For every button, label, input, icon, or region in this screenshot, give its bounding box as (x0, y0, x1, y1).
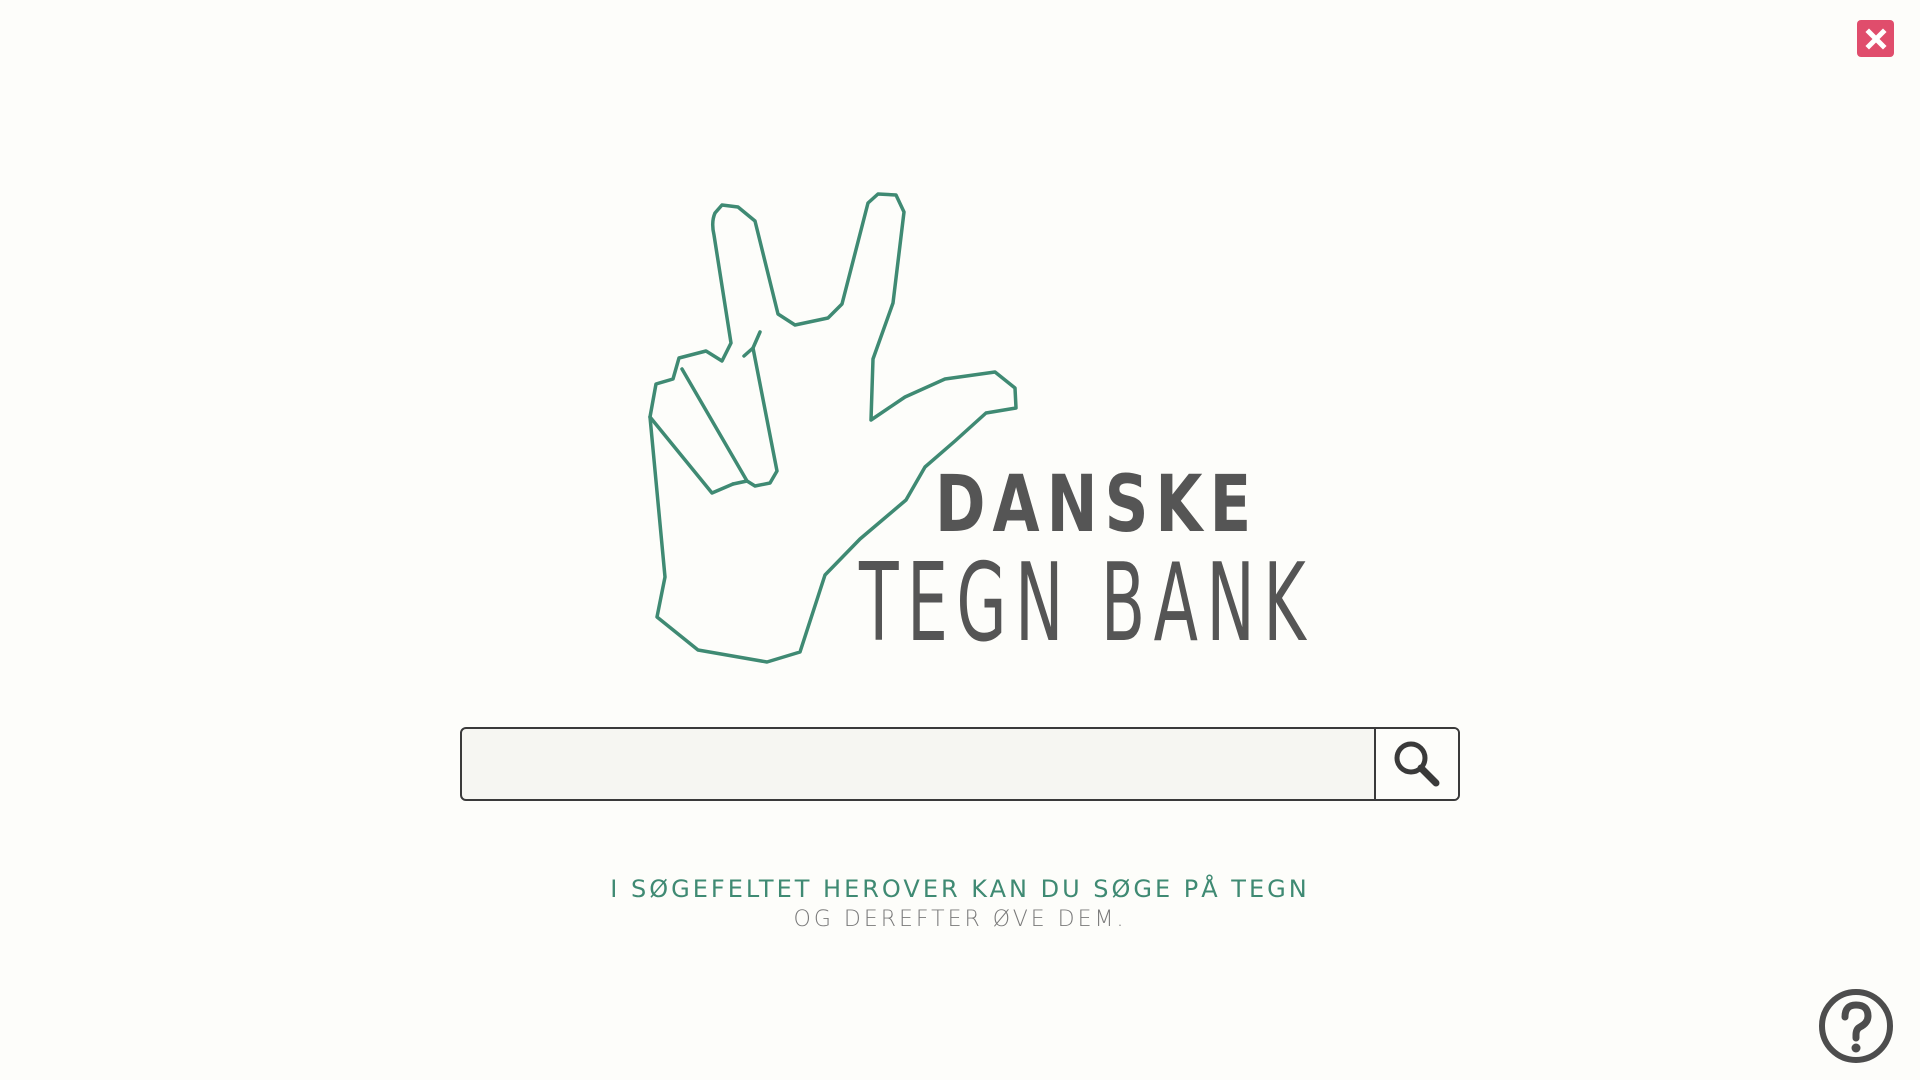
help-text: I SØGEFELTET HEROVER KAN DU SØGE PÅ TEGN… (0, 872, 1920, 934)
logo: DANSKE TEGN BANK (640, 120, 1306, 680)
close-icon (1864, 27, 1887, 50)
logo-word-danske: DANSKE (935, 460, 1259, 550)
search-icon (1394, 741, 1440, 787)
close-button[interactable] (1857, 20, 1894, 57)
help-text-line-2: OG DEREFTER ØVE DEM. (793, 907, 1127, 932)
help-text-line-1: I SØGEFELTET HEROVER KAN DU SØGE PÅ TEGN (610, 875, 1310, 903)
page: DANSKE TEGN BANK I SØGEFELTET HEROVER KA… (0, 0, 1920, 1080)
search-input[interactable] (462, 729, 1374, 799)
search-button[interactable] (1374, 729, 1458, 799)
search-bar (460, 727, 1460, 801)
logo-word-tegn-bank: TEGN BANK (859, 541, 1315, 666)
help-button[interactable] (1818, 988, 1894, 1064)
help-icon (1819, 989, 1893, 1063)
